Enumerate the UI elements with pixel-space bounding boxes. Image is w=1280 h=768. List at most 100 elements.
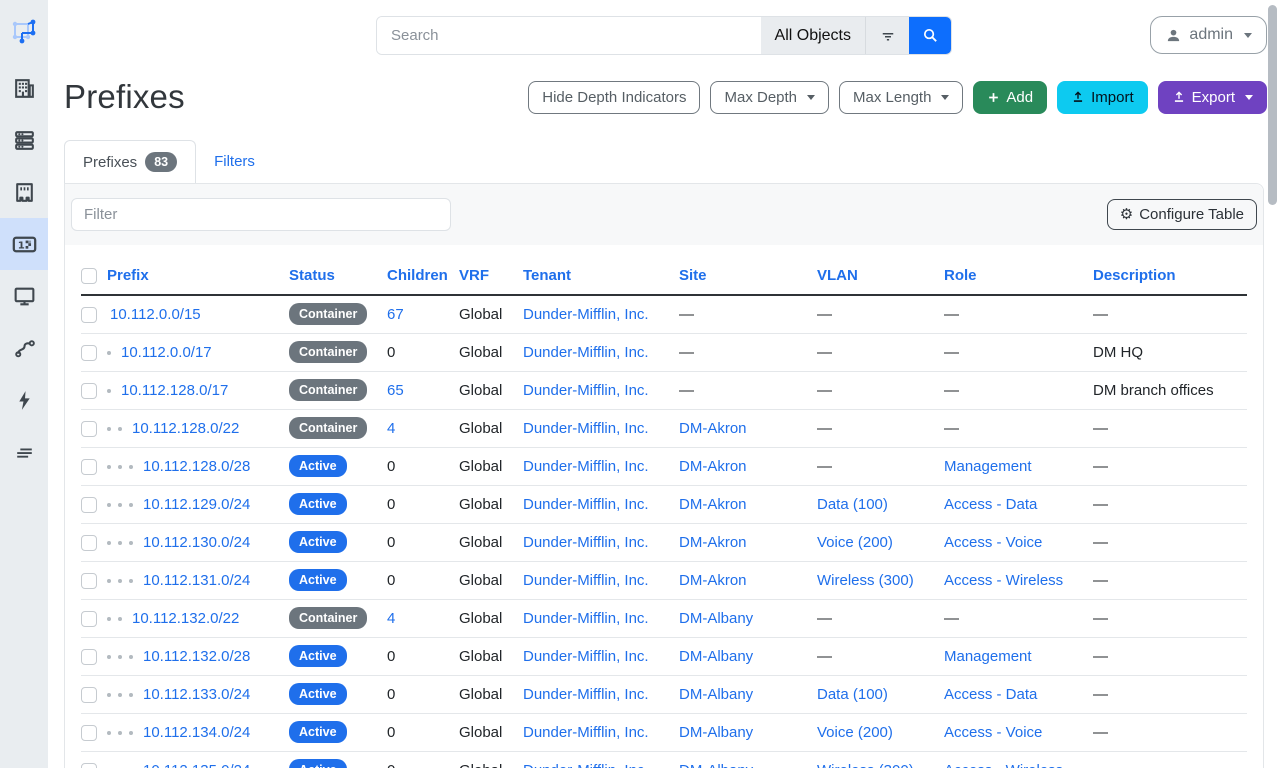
role-link[interactable]: Access - Data — [944, 496, 1037, 513]
tenant-link[interactable]: Dunder-Mifflin, Inc. — [523, 534, 649, 551]
sort-role[interactable]: Role — [944, 267, 977, 284]
sidebar-item-circuits[interactable] — [0, 322, 48, 374]
hide-depth-indicators-button[interactable]: Hide Depth Indicators — [528, 81, 700, 114]
max-depth-dropdown[interactable]: Max Depth — [710, 81, 829, 114]
row-checkbox[interactable] — [81, 649, 97, 665]
import-button[interactable]: Import — [1057, 81, 1148, 114]
search-scope-selector[interactable]: All Objects — [761, 17, 865, 54]
tenant-link[interactable]: Dunder-Mifflin, Inc. — [523, 420, 649, 437]
sort-children[interactable]: Children — [387, 267, 448, 284]
select-all-checkbox[interactable] — [81, 268, 97, 284]
prefix-link[interactable]: 10.112.130.0/24 — [143, 534, 250, 551]
tenant-link[interactable]: Dunder-Mifflin, Inc. — [523, 458, 649, 475]
configure-table-button[interactable]: ⚙ Configure Table — [1107, 199, 1257, 230]
tenant-link[interactable]: Dunder-Mifflin, Inc. — [523, 382, 649, 399]
row-checkbox[interactable] — [81, 763, 97, 768]
role-link[interactable]: Access - Voice — [944, 724, 1042, 741]
sidebar-item-power[interactable] — [0, 374, 48, 426]
sidebar-item-connections[interactable] — [0, 166, 48, 218]
prefix-link[interactable]: 10.112.134.0/24 — [143, 724, 250, 741]
row-checkbox[interactable] — [81, 573, 97, 589]
role-link[interactable]: Access - Data — [944, 686, 1037, 703]
vlan-link[interactable]: Wireless (300) — [817, 762, 914, 768]
prefix-link[interactable]: 10.112.0.0/15 — [110, 306, 201, 323]
prefix-link[interactable]: 10.112.135.0/24 — [143, 762, 250, 768]
tab-prefixes[interactable]: Prefixes 83 — [64, 140, 196, 183]
row-checkbox[interactable] — [81, 725, 97, 741]
vlan-link[interactable]: Data (100) — [817, 496, 888, 513]
site-link[interactable]: DM-Albany — [679, 610, 753, 627]
sort-site[interactable]: Site — [679, 267, 707, 284]
page-scrollbar[interactable] — [1268, 5, 1277, 205]
row-checkbox[interactable] — [81, 345, 97, 361]
sort-description[interactable]: Description — [1093, 267, 1176, 284]
prefix-link[interactable]: 10.112.128.0/17 — [121, 382, 228, 399]
sort-vrf[interactable]: VRF — [459, 267, 489, 284]
children-count[interactable]: 67 — [387, 295, 459, 333]
role-link[interactable]: Access - Wireless — [944, 572, 1063, 589]
site-link[interactable]: DM-Albany — [679, 686, 753, 703]
children-count[interactable]: 65 — [387, 371, 459, 409]
prefix-link[interactable]: 10.112.133.0/24 — [143, 686, 250, 703]
sidebar-item-devices[interactable] — [0, 114, 48, 166]
table-filter-input[interactable] — [71, 198, 451, 231]
site-link[interactable]: DM-Albany — [679, 724, 753, 741]
prefix-link[interactable]: 10.112.129.0/24 — [143, 496, 250, 513]
tenant-link[interactable]: Dunder-Mifflin, Inc. — [523, 648, 649, 665]
export-dropdown[interactable]: Export — [1158, 81, 1267, 114]
row-checkbox[interactable] — [81, 535, 97, 551]
sort-vlan[interactable]: VLAN — [817, 267, 858, 284]
sidebar-item-home[interactable] — [0, 0, 48, 62]
vlan-link[interactable]: Wireless (300) — [817, 572, 914, 589]
prefix-link[interactable]: 10.112.132.0/28 — [143, 648, 250, 665]
site-link[interactable]: DM-Albany — [679, 762, 753, 768]
sort-tenant[interactable]: Tenant — [523, 267, 571, 284]
row-checkbox[interactable] — [81, 307, 97, 323]
add-button[interactable]: Add — [973, 81, 1047, 114]
site-link[interactable]: DM-Akron — [679, 420, 747, 437]
children-count[interactable]: 4 — [387, 599, 459, 637]
tab-filters[interactable]: Filters — [196, 140, 273, 183]
vlan-link[interactable]: Voice (200) — [817, 534, 893, 551]
tenant-link[interactable]: Dunder-Mifflin, Inc. — [523, 496, 649, 513]
role-link[interactable]: Access - Wireless — [944, 762, 1063, 768]
tenant-link[interactable]: Dunder-Mifflin, Inc. — [523, 610, 649, 627]
tenant-link[interactable]: Dunder-Mifflin, Inc. — [523, 344, 649, 361]
site-link[interactable]: DM-Akron — [679, 496, 747, 513]
user-menu-button[interactable]: admin — [1150, 16, 1267, 54]
row-checkbox[interactable] — [81, 421, 97, 437]
prefix-link[interactable]: 10.112.132.0/22 — [132, 610, 239, 627]
sidebar-item-ipam[interactable]: 1 — [0, 218, 48, 270]
tenant-link[interactable]: Dunder-Mifflin, Inc. — [523, 686, 649, 703]
sidebar-item-other[interactable] — [0, 426, 48, 478]
row-checkbox[interactable] — [81, 383, 97, 399]
prefix-link[interactable]: 10.112.0.0/17 — [121, 344, 212, 361]
row-checkbox[interactable] — [81, 497, 97, 513]
vlan-link[interactable]: Voice (200) — [817, 724, 893, 741]
site-link[interactable]: DM-Akron — [679, 572, 747, 589]
prefix-link[interactable]: 10.112.131.0/24 — [143, 572, 250, 589]
row-checkbox[interactable] — [81, 687, 97, 703]
tenant-link[interactable]: Dunder-Mifflin, Inc. — [523, 306, 649, 323]
sort-status[interactable]: Status — [289, 267, 335, 284]
tenant-link[interactable]: Dunder-Mifflin, Inc. — [523, 572, 649, 589]
prefix-link[interactable]: 10.112.128.0/22 — [132, 420, 239, 437]
children-count[interactable]: 4 — [387, 409, 459, 447]
role-link[interactable]: Management — [944, 648, 1032, 665]
tenant-link[interactable]: Dunder-Mifflin, Inc. — [523, 724, 649, 741]
role-link[interactable]: Access - Voice — [944, 534, 1042, 551]
sort-prefix[interactable]: Prefix — [107, 267, 149, 284]
max-length-dropdown[interactable]: Max Length — [839, 81, 963, 114]
prefix-link[interactable]: 10.112.128.0/28 — [143, 458, 250, 475]
row-checkbox[interactable] — [81, 611, 97, 627]
tenant-link[interactable]: Dunder-Mifflin, Inc. — [523, 762, 649, 768]
site-link[interactable]: DM-Albany — [679, 648, 753, 665]
sidebar-item-virtualization[interactable] — [0, 270, 48, 322]
site-link[interactable]: DM-Akron — [679, 458, 747, 475]
search-filter-button[interactable] — [865, 17, 909, 54]
role-link[interactable]: Management — [944, 458, 1032, 475]
site-link[interactable]: DM-Akron — [679, 534, 747, 551]
sidebar-item-organization[interactable] — [0, 62, 48, 114]
vlan-link[interactable]: Data (100) — [817, 686, 888, 703]
search-submit-button[interactable] — [909, 17, 951, 54]
